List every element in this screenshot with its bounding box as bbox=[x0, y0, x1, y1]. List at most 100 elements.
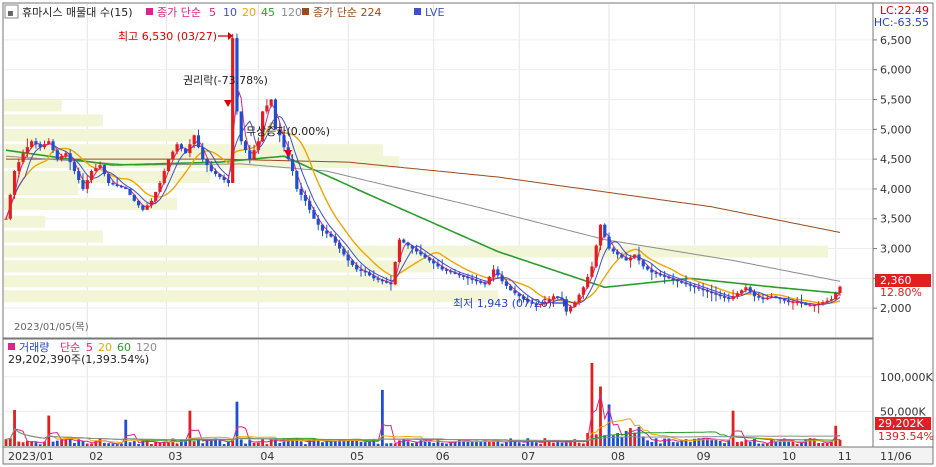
candle-body bbox=[209, 165, 213, 172]
candle-body bbox=[47, 141, 51, 145]
month-tick-label: 10 bbox=[782, 450, 796, 463]
candle-body bbox=[812, 305, 816, 307]
volume-bar bbox=[265, 444, 269, 446]
candle-body bbox=[667, 276, 671, 279]
candle-body bbox=[568, 306, 573, 312]
volume-bar bbox=[363, 442, 367, 446]
candle-body bbox=[256, 141, 260, 151]
stock-name[interactable]: 휴마시스 매물대 수(15) bbox=[22, 6, 133, 19]
candle-body bbox=[406, 242, 410, 246]
volume-bar bbox=[188, 410, 192, 446]
volume-bar bbox=[299, 441, 303, 446]
candle-body bbox=[449, 270, 453, 273]
candle-body bbox=[470, 278, 474, 280]
volume-bar bbox=[150, 443, 153, 446]
candle-body bbox=[89, 171, 94, 180]
volume-bar bbox=[30, 441, 34, 446]
volume-bar bbox=[261, 439, 265, 446]
candle-body bbox=[577, 294, 581, 303]
ma-period-10[interactable]: 10 bbox=[223, 6, 237, 19]
price-tick-label: 6,000 bbox=[880, 64, 912, 77]
candle-body bbox=[4, 218, 8, 220]
candle-body bbox=[761, 297, 765, 300]
month-tick-label: 2023/01 bbox=[8, 450, 54, 463]
candle-body bbox=[701, 288, 705, 291]
candle-body bbox=[808, 305, 812, 307]
volume-bar bbox=[633, 432, 637, 446]
candle-body bbox=[333, 236, 337, 243]
candle-body bbox=[72, 162, 77, 172]
profile-bar bbox=[4, 260, 433, 273]
price-tick-label: 2,000 bbox=[880, 302, 912, 315]
candle-body bbox=[432, 260, 436, 264]
volume-bar bbox=[594, 434, 598, 446]
volume-bar bbox=[620, 437, 624, 446]
candle-body bbox=[34, 141, 38, 145]
volume-bar bbox=[303, 444, 307, 446]
volume-bar bbox=[235, 401, 239, 446]
candle-body bbox=[290, 159, 295, 172]
candle-body bbox=[38, 144, 42, 148]
volume-bar bbox=[530, 442, 534, 446]
volume-bar bbox=[428, 441, 431, 446]
volume-bar bbox=[218, 440, 222, 446]
ma-label[interactable]: 종가 단순 bbox=[157, 6, 201, 19]
ma-period-120[interactable]: 120 bbox=[281, 6, 302, 19]
candle-body bbox=[265, 105, 269, 112]
volume-bar bbox=[128, 442, 132, 446]
volume-bar bbox=[256, 442, 260, 446]
candle-body bbox=[124, 187, 128, 189]
volume-bar bbox=[102, 442, 106, 446]
volume-badge-value: 29,202K bbox=[878, 417, 924, 430]
volume-bar bbox=[90, 443, 93, 446]
volume-bar bbox=[17, 441, 21, 446]
ma-period-20[interactable]: 20 bbox=[242, 6, 256, 19]
volume-bar bbox=[505, 442, 508, 446]
candle-body bbox=[55, 150, 59, 160]
high-annotation: 최고 6,530 (03/27) bbox=[118, 30, 217, 43]
candle-body bbox=[680, 281, 684, 283]
candle-body bbox=[787, 300, 791, 303]
last-date-label: 11/06 bbox=[880, 450, 912, 463]
ma-period-5[interactable]: 5 bbox=[209, 6, 216, 19]
volume-bar bbox=[98, 438, 102, 446]
candle-body bbox=[675, 279, 680, 282]
candle-body bbox=[312, 209, 316, 219]
volume-bar bbox=[55, 440, 59, 446]
volume-bar bbox=[209, 440, 213, 446]
candle-body bbox=[338, 242, 342, 249]
lve-label[interactable]: LVE bbox=[425, 6, 444, 19]
ma-period-45[interactable]: 45 bbox=[261, 6, 275, 19]
hc-readout: HC:-63.55 bbox=[874, 16, 929, 29]
candle-body bbox=[718, 294, 722, 297]
candle-body bbox=[201, 147, 205, 160]
candle-body bbox=[252, 150, 256, 160]
candle-body bbox=[21, 153, 25, 163]
candle-body bbox=[513, 290, 517, 294]
candle-body bbox=[171, 151, 175, 160]
candle-body bbox=[68, 153, 72, 163]
candle-body bbox=[226, 180, 230, 183]
volume-bar bbox=[124, 419, 128, 446]
candle-body bbox=[188, 144, 192, 154]
volume-bar bbox=[239, 439, 243, 446]
volume-bar bbox=[111, 443, 115, 446]
volume-bar bbox=[757, 443, 761, 446]
candle-body bbox=[504, 281, 508, 286]
candle-body bbox=[487, 276, 491, 285]
volume-bar bbox=[244, 443, 247, 446]
volume-bar bbox=[522, 444, 525, 446]
candle-body bbox=[196, 135, 201, 148]
volume-bar bbox=[817, 442, 821, 446]
legend-toggle-icon: ▪ bbox=[7, 8, 14, 19]
long-ma-label[interactable]: 종가 단순 224 bbox=[313, 6, 381, 19]
volume-bar bbox=[38, 444, 42, 446]
candle-body bbox=[175, 144, 179, 152]
candle-body bbox=[303, 194, 307, 201]
candle-body bbox=[25, 147, 29, 154]
volume-badge-pct: 1393.54% bbox=[878, 430, 934, 443]
volume-bar bbox=[13, 410, 16, 446]
candle-body bbox=[748, 287, 752, 292]
volume-bar bbox=[552, 442, 555, 446]
candle-body bbox=[60, 156, 64, 160]
